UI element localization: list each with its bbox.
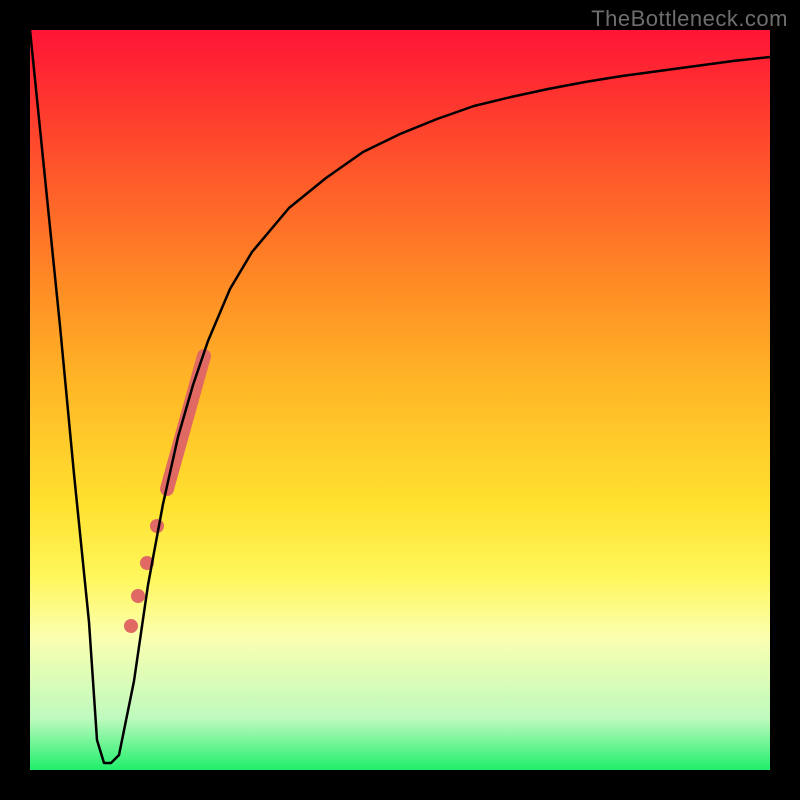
watermark-text: TheBottleneck.com [591,6,788,32]
curve-layer [30,30,770,770]
highlight-segment [167,356,204,489]
chart-frame: TheBottleneck.com [0,0,800,800]
bottleneck-curve [30,30,770,763]
plot-area [30,30,770,770]
